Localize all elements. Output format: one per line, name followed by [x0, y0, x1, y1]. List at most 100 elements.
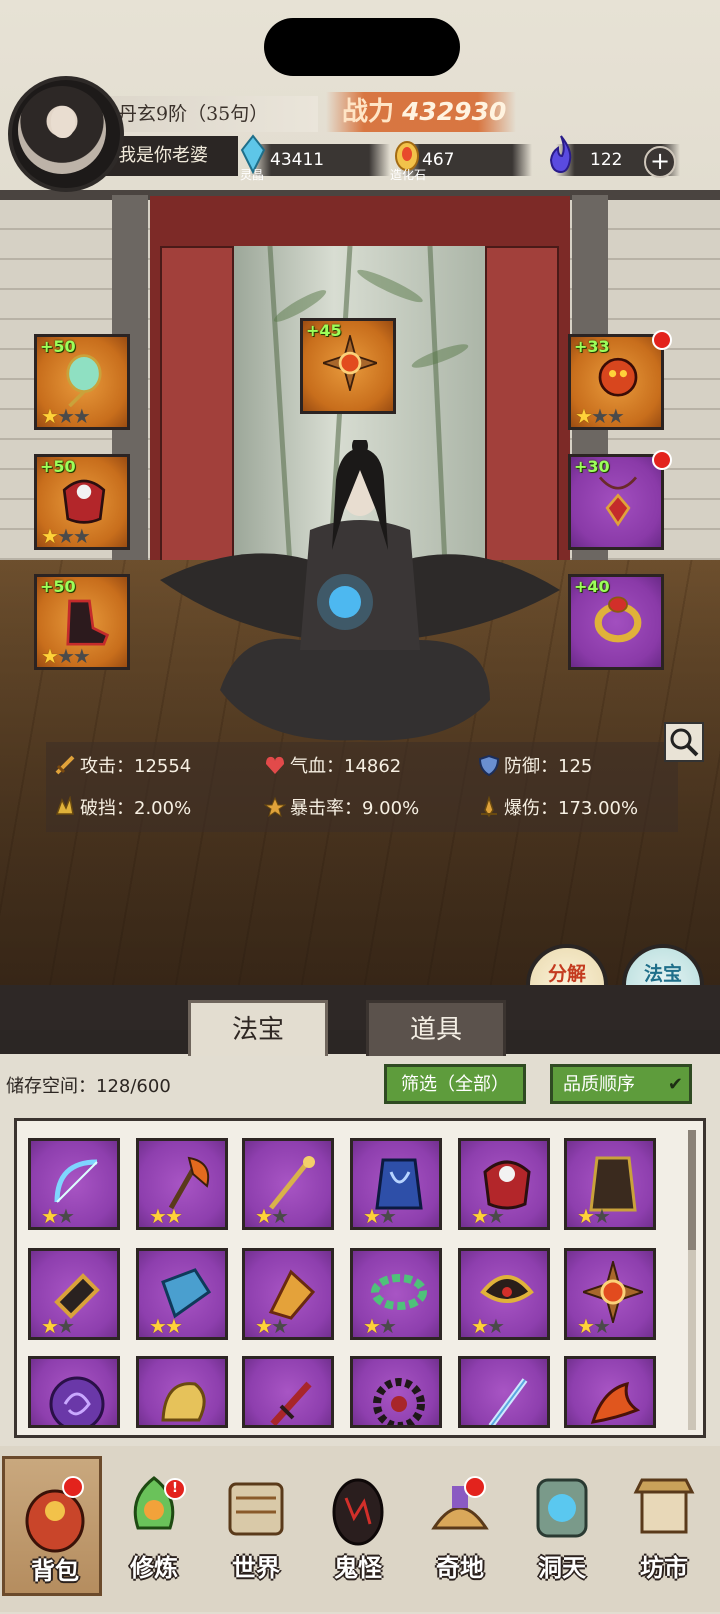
- stat-label: 防御：: [504, 756, 558, 777]
- phone-notch: [264, 18, 460, 76]
- equip-slot-left-2[interactable]: +50 ★★★: [34, 454, 130, 550]
- inventory-item[interactable]: ★★: [28, 1248, 120, 1340]
- dark-boots-icon: [57, 591, 111, 647]
- equip-slot-right-2[interactable]: +30: [568, 454, 664, 550]
- storage-info: 储存空间：128/600: [6, 1072, 171, 1098]
- creation-stone-caption: 造化石: [390, 168, 427, 182]
- equip-level: +40: [574, 577, 610, 596]
- stat-label: 爆伤：: [504, 798, 558, 819]
- equip-level: +33: [574, 337, 610, 356]
- equip-slot-left-1[interactable]: +50 ★★★: [34, 334, 130, 430]
- star-rating: ★★★: [41, 404, 91, 428]
- star-rating: ★★: [255, 1204, 289, 1228]
- fire-beast-icon: [591, 351, 645, 407]
- inventory-item[interactable]: [136, 1356, 228, 1428]
- star-rating: ★★★: [575, 404, 625, 428]
- spirit-crystal-value: 43411: [270, 150, 325, 170]
- inventory-item[interactable]: ★★: [564, 1248, 656, 1340]
- inventory-item[interactable]: ★★: [458, 1248, 550, 1340]
- tab-items[interactable]: 道具: [366, 1000, 506, 1056]
- spirit-crystal-caption: 灵晶: [240, 168, 265, 182]
- nav-item-market[interactable]: 坊市: [614, 1456, 714, 1596]
- inventory-item[interactable]: ★★: [564, 1138, 656, 1230]
- inventory-item[interactable]: [458, 1356, 550, 1428]
- star-rating: ★★: [577, 1314, 611, 1338]
- shield-icon: [478, 754, 500, 776]
- equip-slot-left-3[interactable]: +50 ★★★: [34, 574, 130, 670]
- nav-item-world[interactable]: 世界: [206, 1456, 306, 1596]
- star-rating: ★★: [41, 1204, 75, 1228]
- nav-item-ghost-egg[interactable]: 鬼怪: [308, 1456, 408, 1596]
- inventory-item[interactable]: ★★: [242, 1138, 334, 1230]
- star-rating: ★★: [363, 1204, 397, 1228]
- magnify-icon: [670, 728, 699, 757]
- magnify-button[interactable]: [664, 722, 704, 762]
- star-rating: ★★: [471, 1204, 505, 1228]
- tab-treasure[interactable]: 法宝: [188, 1000, 328, 1056]
- sort-check-icon: ✔: [667, 1074, 683, 1095]
- inventory-item[interactable]: ★★: [458, 1138, 550, 1230]
- ghost-egg-icon: [332, 1478, 384, 1546]
- power-value: 432930: [402, 97, 507, 126]
- creation-stone-value: 467: [422, 150, 455, 170]
- inventory-item[interactable]: [564, 1356, 656, 1428]
- red-dagger-icon: [261, 1369, 321, 1425]
- purple-orb-icon: [47, 1369, 107, 1425]
- equip-slot-center[interactable]: +45: [300, 318, 396, 414]
- nav-item-wonderland[interactable]: 奇地: [410, 1456, 510, 1596]
- inventory-item[interactable]: [350, 1356, 442, 1428]
- star-rating: ★★: [255, 1314, 289, 1338]
- spiked-orb-icon: [320, 332, 380, 394]
- inventory-item[interactable]: [28, 1356, 120, 1428]
- dark-wheel-icon: [369, 1369, 429, 1425]
- star-rating: ★★★: [41, 524, 91, 548]
- ice-sword-icon: [477, 1369, 537, 1425]
- nav-label: 鬼怪: [334, 1553, 382, 1582]
- inventory-item[interactable]: [242, 1356, 334, 1428]
- alert-dot: !: [164, 1478, 186, 1500]
- nav-label: 洞天: [538, 1553, 586, 1582]
- filter-button[interactable]: 筛选（全部）: [384, 1064, 526, 1104]
- inventory-item[interactable]: ★★: [136, 1138, 228, 1230]
- demon-armor-icon: [57, 471, 111, 527]
- equip-level: +30: [574, 457, 610, 476]
- spirit-crystal-counter: 43411: [250, 144, 390, 176]
- stat-value: 14862: [344, 756, 402, 777]
- inventory-item[interactable]: ★★: [136, 1248, 228, 1340]
- stat-label: 暴击率：: [290, 798, 362, 819]
- sort-button[interactable]: 品质顺序 ✔: [550, 1064, 692, 1104]
- equip-level: +45: [306, 321, 342, 340]
- inventory-scroll-thumb[interactable]: [688, 1130, 696, 1250]
- inventory-item[interactable]: ★★: [350, 1248, 442, 1340]
- alert-dot: [464, 1476, 486, 1498]
- equip-slot-right-1[interactable]: +33 ★★★: [568, 334, 664, 430]
- add-currency-button[interactable]: +: [644, 146, 676, 178]
- equip-level: +50: [40, 457, 76, 476]
- storage-label: 储存空间：: [6, 1076, 96, 1097]
- nav-label: 世界: [232, 1553, 280, 1582]
- blue-flame-value: 122: [590, 150, 623, 170]
- stat-label: 气血：: [290, 756, 344, 777]
- nav-label: 背包: [31, 1556, 79, 1585]
- inventory-item[interactable]: ★★: [28, 1138, 120, 1230]
- inventory-item[interactable]: ★★: [350, 1138, 442, 1230]
- fire-bird-icon: [583, 1369, 643, 1425]
- stat-label: 攻击：: [80, 756, 134, 777]
- stat-value: 125: [558, 756, 593, 777]
- nav-item-backpack[interactable]: 背包: [2, 1456, 102, 1596]
- break-icon: [55, 796, 74, 815]
- alert-dot: [652, 330, 672, 350]
- star-rating: ★★: [149, 1204, 183, 1228]
- stat-label: 破挡：: [80, 798, 134, 819]
- sword-icon: [55, 755, 75, 775]
- stat-sword: 攻击：12554: [54, 752, 191, 782]
- nav-item-portal[interactable]: 洞天: [512, 1456, 612, 1596]
- avatar[interactable]: [18, 86, 106, 174]
- equip-slot-right-3[interactable]: +40: [568, 574, 664, 670]
- inventory-item[interactable]: ★★: [242, 1248, 334, 1340]
- world-icon: [228, 1482, 284, 1536]
- equip-level: +50: [40, 577, 76, 596]
- nav-item-cultivate[interactable]: 修炼: [104, 1456, 204, 1596]
- stat-value: 173.00%: [558, 798, 639, 819]
- player-name: 我是你老婆: [104, 136, 238, 176]
